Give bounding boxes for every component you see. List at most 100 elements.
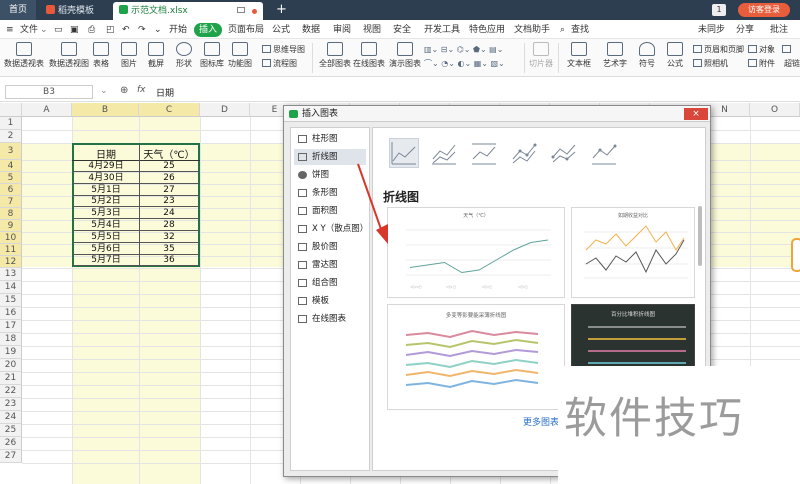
chart-type-mini-buttons-row2[interactable]: ⌒⌄ ◔⌄ ◐⌄ ▦⌄ ▧⌄ bbox=[424, 57, 516, 70]
search-icon[interactable]: ⌕ bbox=[560, 23, 565, 37]
row-header[interactable]: 5 bbox=[0, 172, 22, 184]
column-header[interactable]: B bbox=[72, 103, 139, 117]
table-cell-date[interactable]: 5月5日 bbox=[73, 232, 139, 243]
row-header[interactable]: 19 bbox=[0, 346, 22, 359]
table-cell-temperature[interactable]: 27 bbox=[139, 185, 199, 196]
login-button[interactable]: 访客登录 bbox=[738, 3, 790, 17]
category-template[interactable]: 模板 bbox=[294, 293, 366, 309]
menu-special[interactable]: 特色应用 bbox=[469, 23, 505, 37]
equation-button[interactable]: 公式 bbox=[661, 39, 689, 69]
name-box[interactable]: B3 bbox=[5, 85, 93, 99]
menu-security[interactable]: 安全 bbox=[393, 23, 411, 37]
print-icon[interactable]: ⎙ bbox=[88, 23, 95, 37]
new-tab-button[interactable]: + bbox=[270, 2, 293, 20]
tab-document[interactable]: 示范文档.xlsx bbox=[113, 2, 263, 20]
row-header[interactable]: 3 bbox=[0, 143, 22, 160]
preview-scrollbar[interactable] bbox=[698, 206, 702, 266]
subtype-percent-line[interactable] bbox=[469, 138, 499, 168]
chevron-down-icon[interactable]: ⌄ bbox=[40, 23, 48, 37]
row-header[interactable]: 18 bbox=[0, 333, 22, 346]
row-header[interactable]: 23 bbox=[0, 398, 22, 411]
symbol-button[interactable]: 符号 bbox=[633, 39, 661, 69]
row-header[interactable]: 17 bbox=[0, 320, 22, 333]
text-box-button[interactable]: 文本框 bbox=[562, 39, 596, 69]
search-label[interactable]: 查找 bbox=[571, 23, 589, 37]
hamburger-icon[interactable]: ≡ bbox=[6, 23, 14, 37]
menu-file[interactable]: 文件 bbox=[20, 23, 38, 37]
row-header[interactable]: 24 bbox=[0, 411, 22, 424]
row-header[interactable]: 9 bbox=[0, 220, 22, 232]
pivot-table-button[interactable]: 数据透视表 bbox=[3, 39, 45, 69]
menu-home[interactable]: 开始 bbox=[169, 23, 187, 37]
table-cell-date[interactable]: 4月29日 bbox=[73, 161, 139, 172]
hyperlink-label[interactable]: 超链接 bbox=[784, 57, 800, 70]
chevron-down-icon[interactable]: ⌄ bbox=[154, 23, 162, 37]
row-header[interactable]: 2 bbox=[0, 130, 22, 143]
table-cell-date[interactable]: 5月6日 bbox=[73, 244, 139, 255]
row-header[interactable]: 8 bbox=[0, 208, 22, 220]
column-header[interactable]: O bbox=[750, 103, 800, 117]
subtype-line-markers[interactable] bbox=[509, 138, 539, 168]
word-art-button[interactable]: 艺术字 bbox=[598, 39, 632, 69]
folder-icon[interactable]: ▭ bbox=[54, 23, 63, 37]
table-cell-temperature[interactable]: 25 bbox=[139, 161, 199, 172]
undo-icon[interactable]: ↶ bbox=[122, 23, 130, 37]
row-header[interactable]: 22 bbox=[0, 385, 22, 398]
header-footer-button[interactable]: 页眉和页脚 bbox=[693, 43, 744, 56]
table-cell-temperature[interactable]: 28 bbox=[139, 220, 199, 231]
table-cell-temperature[interactable]: 35 bbox=[139, 244, 199, 255]
column-header[interactable]: D bbox=[200, 103, 250, 117]
formula-input[interactable]: 日期 bbox=[156, 86, 174, 99]
table-cell-temperature[interactable]: 23 bbox=[139, 196, 199, 208]
subtype-stacked-line-markers[interactable] bbox=[549, 138, 579, 168]
unsaved-dot-icon[interactable] bbox=[252, 9, 257, 14]
table-cell-temperature[interactable]: 26 bbox=[139, 173, 199, 184]
menu-formulas[interactable]: 公式 bbox=[272, 23, 290, 37]
row-header[interactable]: 26 bbox=[0, 437, 22, 450]
row-header[interactable]: 13 bbox=[0, 268, 22, 281]
table-cell-temperature[interactable]: 36 bbox=[139, 255, 199, 267]
table-header-date[interactable]: 日期 bbox=[73, 146, 139, 161]
menu-share[interactable]: 分享 bbox=[736, 23, 754, 37]
table-cell-temperature[interactable]: 24 bbox=[139, 208, 199, 220]
row-header[interactable]: 12 bbox=[0, 256, 22, 268]
category-radar[interactable]: 雷达图 bbox=[294, 257, 366, 273]
menu-data[interactable]: 数据 bbox=[302, 23, 320, 37]
camera-button[interactable]: 照相机 bbox=[693, 57, 728, 70]
row-header[interactable]: 11 bbox=[0, 244, 22, 256]
select-all-corner[interactable] bbox=[0, 103, 22, 117]
row-header[interactable]: 25 bbox=[0, 424, 22, 437]
subtype-stacked-line[interactable] bbox=[429, 138, 459, 168]
table-header-temperature[interactable]: 天气（℃） bbox=[139, 146, 199, 161]
table-button[interactable]: 表格 bbox=[90, 39, 112, 69]
table-cell-date[interactable]: 5月1日 bbox=[73, 185, 139, 196]
menu-review[interactable]: 审阅 bbox=[333, 23, 351, 37]
side-panel-tab[interactable] bbox=[791, 238, 800, 272]
row-header[interactable]: 14 bbox=[0, 281, 22, 294]
picture-button[interactable]: 图片 bbox=[118, 39, 140, 69]
table-cell-date[interactable]: 4月30日 bbox=[73, 173, 139, 184]
fx-icon[interactable]: fx bbox=[137, 85, 146, 95]
thumbnail-multi-line[interactable]: 多变等影要能采薄折线图 bbox=[387, 304, 565, 410]
online-charts-button[interactable]: 在线图表 bbox=[352, 39, 386, 69]
flowchart-button[interactable]: 流程图 bbox=[262, 57, 297, 70]
row-header[interactable]: 27 bbox=[0, 450, 22, 463]
subtype-percent-line-markers[interactable] bbox=[589, 138, 619, 168]
function-chart-button[interactable]: 功能图 bbox=[226, 39, 254, 69]
row-header[interactable]: 20 bbox=[0, 359, 22, 372]
row-header[interactable]: 16 bbox=[0, 307, 22, 320]
row-header[interactable]: 10 bbox=[0, 232, 22, 244]
row-header[interactable]: 4 bbox=[0, 160, 22, 172]
pivot-chart-button[interactable]: 数据透视图 bbox=[48, 39, 90, 69]
object-button[interactable]: 对象 bbox=[748, 43, 775, 56]
all-charts-button[interactable]: 全部图表 bbox=[318, 39, 352, 69]
mind-map-button[interactable]: 思维导图 bbox=[262, 43, 305, 56]
category-online[interactable]: 在线图表 bbox=[294, 311, 366, 327]
redo-icon[interactable]: ↷ bbox=[138, 23, 146, 37]
menu-comment[interactable]: 批注 bbox=[770, 23, 788, 37]
screenshot-button[interactable]: 截屏 bbox=[144, 39, 168, 69]
window-count-badge[interactable]: 1 bbox=[712, 4, 726, 16]
menu-developer[interactable]: 开发工具 bbox=[424, 23, 460, 37]
column-header[interactable]: C bbox=[139, 103, 200, 117]
row-header[interactable]: 7 bbox=[0, 196, 22, 208]
